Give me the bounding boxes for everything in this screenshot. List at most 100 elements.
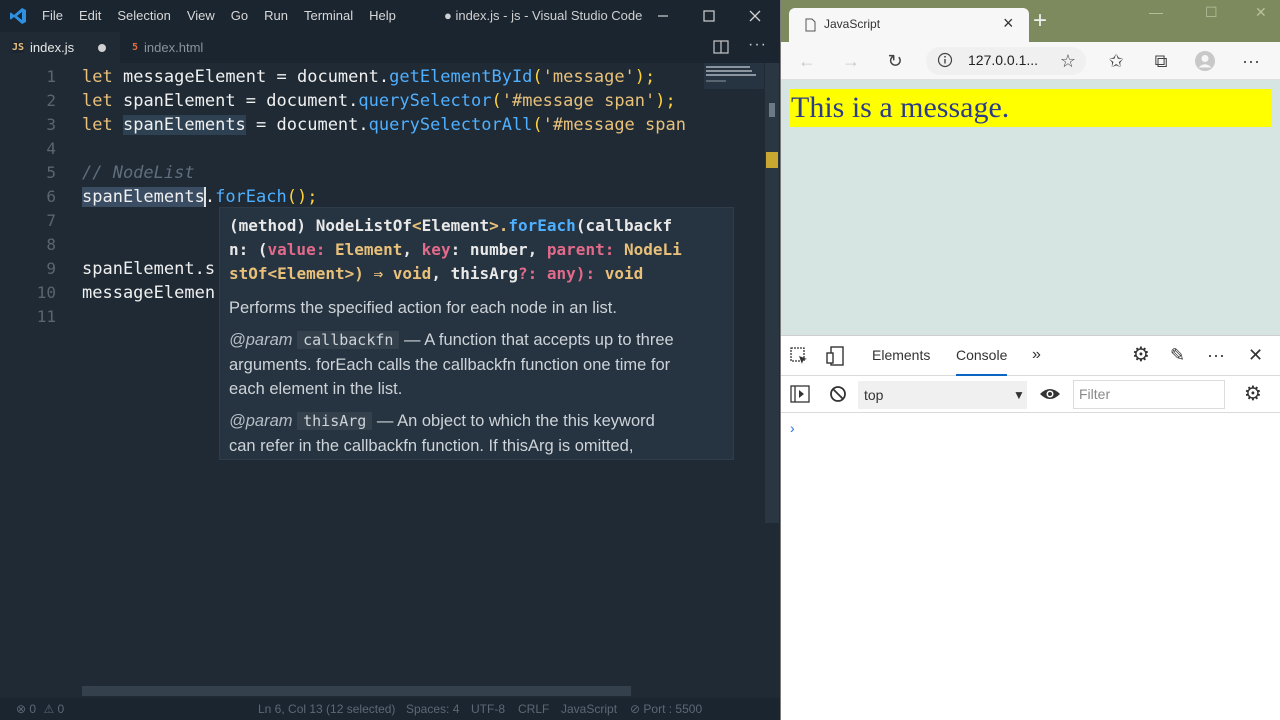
feedback-icon[interactable]: ✎ [1170,336,1185,376]
dot: . [204,187,216,207]
js-file-icon: JS [12,42,25,53]
code-line-5[interactable]: // NodeList [82,161,195,185]
code-line-2[interactable]: let spanElement = document.querySelector… [82,89,676,113]
param-text: — An object to which the this keyword [372,412,655,430]
collections-icon[interactable]: ⧉ [1149,50,1173,72]
close-button[interactable] [732,0,778,32]
menu-selection[interactable]: Selection [109,0,178,32]
encoding[interactable]: UTF-8 [471,698,505,720]
more-tabs-icon[interactable]: » [1032,336,1041,376]
code-line-3[interactable]: let spanElements = document.querySelecto… [82,113,686,137]
horizontal-scrollbar[interactable] [82,686,631,696]
profile-avatar-icon[interactable] [1193,50,1217,72]
problems-indicator[interactable]: ⊗ 0 ⚠ 0 [16,698,64,720]
operator: = [235,91,267,111]
sig-text: (callbackf [575,216,673,235]
close-devtools-icon[interactable]: ✕ [1248,336,1263,376]
code-line-9[interactable]: spanElement.s [82,257,215,281]
tab-index-html[interactable]: 5 index.html [120,32,230,63]
paren: ( [532,115,543,135]
inspect-icon[interactable] [789,346,809,366]
line-number: 1 [46,67,56,86]
tab-elements[interactable]: Elements [872,336,930,376]
unsaved-dot-icon[interactable] [98,44,106,52]
sig-param: key [421,240,451,259]
address-url[interactable]: 127.0.0.1... [968,52,1038,68]
operator: = [245,115,277,135]
clear-console-icon[interactable] [829,385,847,403]
minimize-icon[interactable]: — [1149,4,1163,20]
device-emulation-icon[interactable] [825,345,847,367]
code-line-6[interactable]: spanElements.forEach(); [82,185,317,209]
menu-edit[interactable]: Edit [71,0,109,32]
dot: . [348,91,359,111]
favorite-star-icon[interactable]: ☆ [1056,50,1080,72]
status-bar: ⊗ 0 ⚠ 0 Ln 6, Col 13 (12 selected) Space… [0,698,780,720]
param-name: callbackfn [297,331,400,349]
vertical-scrollbar[interactable] [765,63,779,523]
devtools-panel: Elements Console » ⚙ ✎ ··· ✕ top ▼ Filte… [781,335,1280,720]
minimize-button[interactable] [640,0,686,32]
indentation[interactable]: Spaces: 4 [406,698,459,720]
tab-close-icon[interactable]: × [1003,13,1014,34]
gear-icon[interactable]: ⚙ [1132,336,1150,376]
identifier: spanElement [122,91,236,111]
tab-console[interactable]: Console [956,336,1008,376]
line-number: 6 [46,187,56,206]
console-filter-input[interactable]: Filter [1073,380,1225,409]
settings-menu-icon[interactable]: ··· [1239,50,1263,72]
maximize-icon[interactable]: ☐ [1205,4,1218,21]
window-title: ● index.js - js - Visual Studio Code [444,8,643,23]
context-selector[interactable]: top ▼ [858,381,1027,409]
dot: . [358,115,369,135]
console-settings-icon[interactable]: ⚙ [1244,381,1262,406]
maximize-button[interactable] [686,0,732,32]
info-icon[interactable] [937,52,953,68]
line-ending[interactable]: CRLF [518,698,549,720]
html-file-icon: 5 [132,42,139,53]
sig-text: ?: any): [518,264,605,283]
code-line-1[interactable]: let messageElement = document.getElement… [82,65,655,89]
eye-icon[interactable] [1039,386,1061,402]
browser-tab[interactable]: JavaScript × [789,8,1029,42]
paren: ); [634,67,656,87]
new-tab-icon[interactable]: + [1033,9,1047,33]
method-description: Performs the specified action for each n… [229,299,617,317]
minimap[interactable] [704,63,764,89]
menu-file[interactable]: File [34,0,71,32]
menu-view[interactable]: View [179,0,223,32]
forward-icon[interactable]: → [839,50,863,72]
language-mode[interactable]: JavaScript [561,698,617,720]
close-icon[interactable]: ✕ [1255,4,1267,21]
paren: ( [491,91,502,111]
menu-run[interactable]: Run [256,0,296,32]
param-text: can refer in the callbackfn function. If… [229,436,634,455]
tab-index-js[interactable]: JS index.js [0,32,120,63]
code-text: spanElement.s [82,259,216,279]
vscode-window: File Edit Selection View Go Run Terminal… [0,0,780,720]
sig-text: < [267,264,278,283]
menu-help[interactable]: Help [361,0,404,32]
menu-terminal[interactable]: Terminal [296,0,361,32]
hover-tooltip: (method) NodeListOf<Element>.forEach(cal… [219,207,734,460]
refresh-icon[interactable]: ↻ [883,50,907,72]
console-prompt[interactable]: › [790,420,795,436]
param-text: each element in the list. [229,380,403,398]
more-options-icon[interactable]: ··· [1207,336,1225,376]
code-text: messageElemen [82,283,216,303]
code-line-10[interactable]: messageElemen [82,281,215,305]
sidebar-toggle-icon[interactable] [790,385,810,403]
back-icon[interactable]: ← [795,50,819,72]
line-number: 4 [46,139,56,158]
menu-go[interactable]: Go [223,0,256,32]
cursor-position[interactable]: Ln 6, Col 13 (12 selected) [258,698,395,720]
favorites-icon[interactable]: ✩ [1104,50,1128,72]
sig-text: : [315,240,335,259]
more-actions-icon[interactable]: ··· [748,36,767,54]
sig-type: Element [334,240,403,259]
live-server-port[interactable]: ⊘ Port : 5500 [630,698,702,720]
string-literal: 'message' [542,67,635,87]
sig-text: (method) NodeListOf [229,216,413,235]
string-literal: '#message span [542,115,686,135]
split-editor-icon[interactable] [713,40,729,54]
